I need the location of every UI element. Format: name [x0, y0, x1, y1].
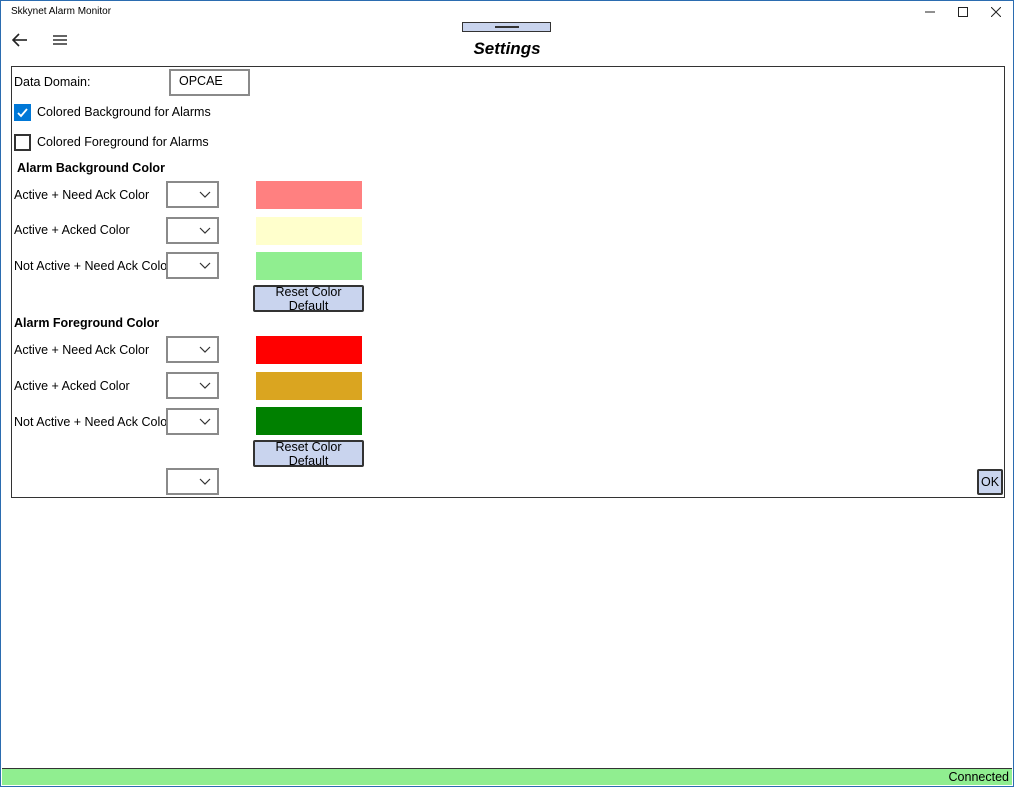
close-button[interactable] [981, 3, 1011, 21]
background-section-title: Alarm Background Color [17, 161, 165, 175]
app-title: Skkynet Alarm Monitor [11, 6, 112, 17]
fg-active-need-ack-dropdown[interactable] [166, 336, 219, 363]
fg-active-acked-swatch [256, 372, 362, 400]
chevron-down-icon [199, 191, 211, 198]
ok-button[interactable]: OK [977, 469, 1003, 495]
minimize-button[interactable] [915, 3, 945, 21]
minimize-icon [925, 11, 935, 13]
chevron-down-icon [199, 418, 211, 425]
bg-active-acked-dropdown[interactable] [166, 217, 219, 244]
settings-panel: Data Domain: OPCAE Colored Background fo… [11, 66, 1005, 498]
fg-not-active-need-ack-label: Not Active + Need Ack Color [14, 415, 172, 429]
bg-active-acked-label: Active + Acked Color [14, 223, 130, 237]
fg-active-need-ack-label: Active + Need Ack Color [14, 343, 150, 357]
fg-not-active-need-ack-swatch [256, 407, 362, 435]
fg-reset-color-default-button[interactable]: Reset Color Default [253, 440, 364, 468]
bg-active-need-ack-swatch [256, 181, 362, 209]
foreground-section-title: Alarm Foreground Color [14, 316, 160, 330]
fg-active-acked-label: Active + Acked Color [14, 379, 130, 393]
fg-active-acked-dropdown[interactable] [166, 372, 219, 399]
chevron-down-icon [199, 478, 211, 485]
chevron-down-icon [199, 346, 211, 353]
bg-active-need-ack-label: Active + Need Ack Color [14, 188, 150, 202]
connection-status: Connected [948, 770, 1009, 784]
maximize-button[interactable] [948, 3, 978, 21]
fg-not-active-need-ack-dropdown[interactable] [166, 408, 219, 435]
colored-foreground-label: Colored Foreground for Alarms [37, 135, 209, 149]
close-icon [991, 7, 1001, 17]
drag-handle[interactable] [462, 22, 551, 32]
extra-dropdown[interactable] [166, 468, 219, 495]
drag-handle-grip [495, 26, 519, 28]
bg-not-active-need-ack-dropdown[interactable] [166, 252, 219, 279]
bg-not-active-need-ack-label: Not Active + Need Ack Color [14, 259, 172, 273]
bg-active-need-ack-dropdown[interactable] [166, 181, 219, 208]
bg-active-acked-swatch [256, 217, 362, 245]
colored-foreground-checkbox[interactable] [14, 134, 31, 151]
status-bar: Connected [2, 768, 1012, 785]
maximize-icon [958, 7, 968, 17]
colored-background-label: Colored Background for Alarms [37, 105, 211, 119]
bg-reset-color-default-button[interactable]: Reset Color Default [253, 285, 364, 313]
chevron-down-icon [199, 262, 211, 269]
checkmark-icon [17, 108, 28, 118]
chevron-down-icon [199, 382, 211, 389]
chevron-down-icon [199, 227, 211, 234]
colored-background-checkbox[interactable] [14, 104, 31, 121]
page-title: Settings [473, 39, 541, 58]
bg-not-active-need-ack-swatch [256, 252, 362, 280]
data-domain-label: Data Domain: [14, 75, 91, 89]
data-domain-input[interactable]: OPCAE [169, 69, 250, 96]
fg-active-need-ack-swatch [256, 336, 362, 364]
